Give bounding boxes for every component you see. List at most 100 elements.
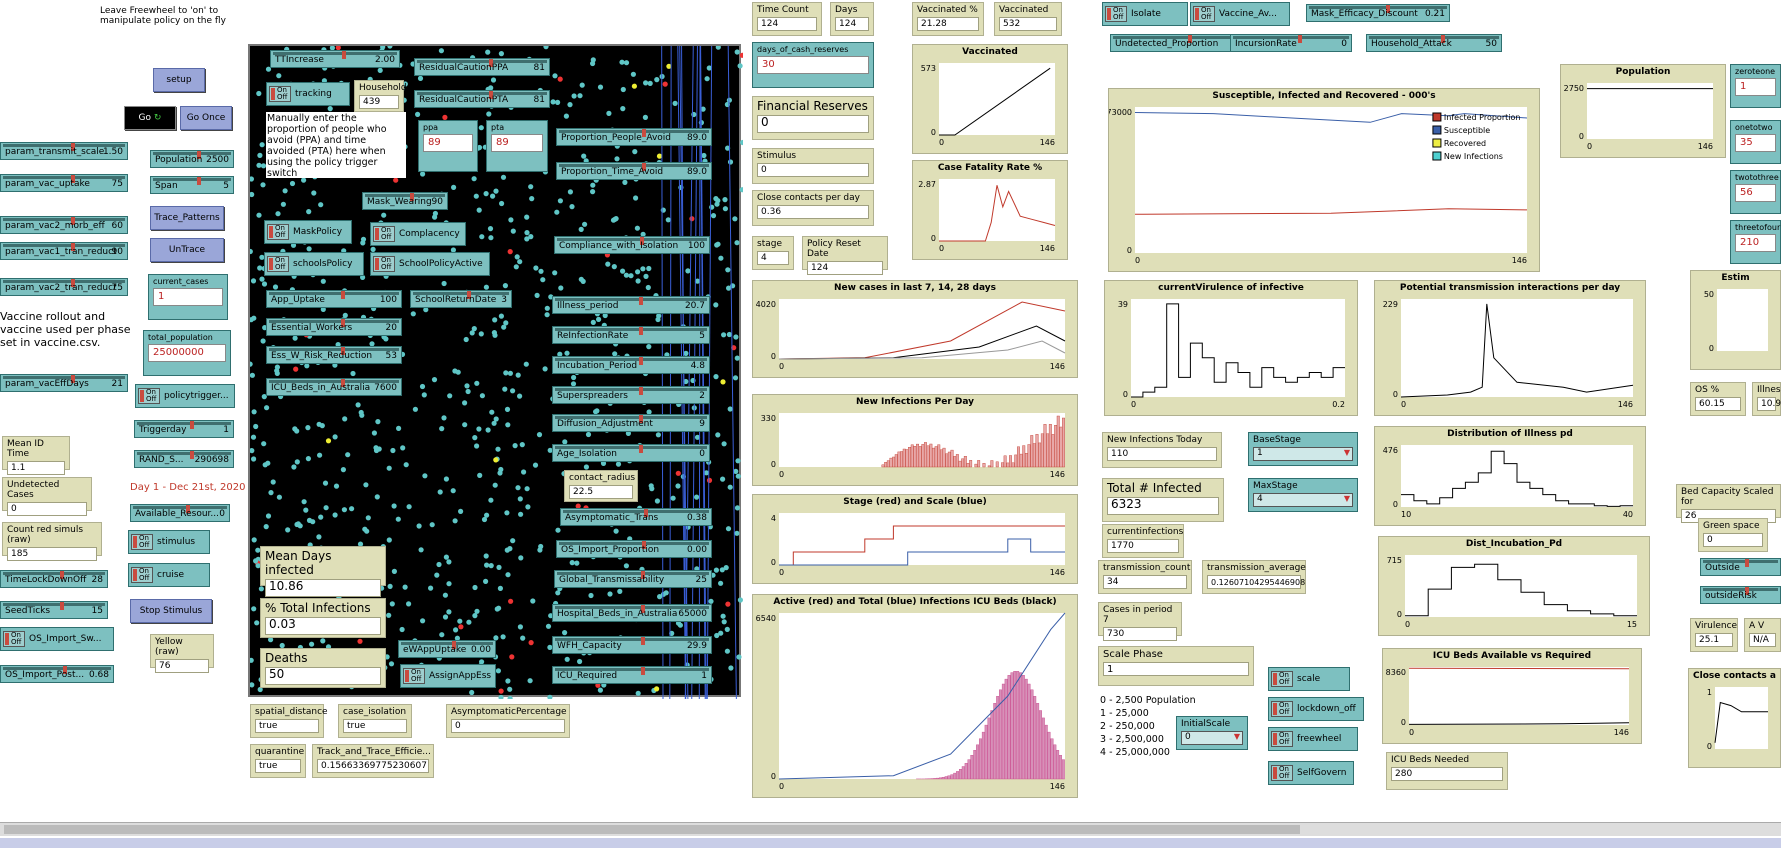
bar — [1035, 434, 1039, 468]
slider-seedticks[interactable]: SeedTicks 15 — [0, 601, 108, 619]
bar — [1059, 754, 1062, 780]
current-cases-input[interactable]: current_cases 1 — [148, 274, 228, 320]
plot-ptin[interactable]: Potential transmission interactions per … — [1374, 280, 1646, 416]
plot-dist_inc[interactable]: Dist_Incubation_Pd 715 0 0 15 — [1378, 536, 1650, 636]
slider-icu_beds_in_australia[interactable]: ICU_Beds_in_Australia 7600 — [266, 378, 402, 396]
agent — [615, 461, 622, 467]
slider-asymptomatic_trans[interactable]: Asymptomatic_Trans 0.38 — [560, 508, 712, 526]
horizontal-scrollbar[interactable] — [0, 822, 1781, 836]
slider-os_import_post...[interactable]: OS_Import_Post... 0.68 — [0, 665, 114, 683]
slider-global_transmissability[interactable]: Global_Transmissability 25 — [554, 570, 712, 588]
stop-stimulus-button[interactable]: Stop Stimulus — [130, 599, 212, 623]
tracking-switch[interactable]: On Off tracking — [266, 82, 350, 106]
isolate-switch[interactable]: On Off Isolate — [1102, 2, 1188, 26]
plot-newcases[interactable]: New cases in last 7, 14, 28 days 4020 0 0 14… — [752, 280, 1078, 378]
slider-diffusion_adjustment[interactable]: Diffusion_Adjustment 9 — [552, 414, 710, 432]
zeroteone-input[interactable]: zeroteone 1 — [1730, 64, 1781, 108]
total-population-input[interactable]: total_population 25000000 — [143, 330, 231, 376]
complacency-switch[interactable]: On Off Complacency — [370, 222, 466, 246]
slider-icu_required[interactable]: ICU_Required 1 — [552, 666, 712, 684]
policytrigger-switch[interactable]: On Off policytrigger... — [135, 384, 235, 408]
assignappess-switch[interactable]: On Off AssignAppEss — [400, 664, 496, 688]
slider-outside[interactable]: Outside — [1700, 558, 1781, 576]
cruise-switch[interactable]: On Off cruise — [128, 563, 210, 587]
scale-switch[interactable]: On Off scale — [1268, 667, 1350, 691]
selfgovern-switch[interactable]: On Off SelfGovern — [1268, 761, 1354, 785]
slider-mask_efficacy_discount[interactable]: Mask_Efficacy_Discount 0.21 — [1306, 4, 1450, 22]
slider-essential_workers[interactable]: Essential_Workers 20 — [266, 318, 402, 336]
slider-rand_s...[interactable]: RAND_S... 290698 — [134, 450, 234, 468]
slider-undetected_proportion[interactable]: Undetected_Proportion0 — [1110, 34, 1250, 52]
setup-button[interactable]: setup — [153, 68, 205, 92]
slider-proportion_people_avoid[interactable]: Proportion_People_Avoid 89.0 — [556, 128, 712, 146]
slider-residualcautionppa[interactable]: ResidualCautionPPA 81 — [414, 58, 550, 76]
slider-os_import_proportion[interactable]: OS_Import_Proportion 0.00 — [556, 540, 712, 558]
plot-vaccinated[interactable]: Vaccinated 573 0 0 146 — [912, 44, 1068, 154]
slider-superspreaders[interactable]: Superspreaders 2 — [552, 386, 710, 404]
plot-newinf[interactable]: New Infections Per Day 330 0 0 146 — [752, 394, 1078, 486]
agent — [734, 505, 741, 511]
slider-wfh_capacity[interactable]: WFH_Capacity 29.9 — [552, 636, 712, 654]
slider-compliance_with_isolation[interactable]: Compliance_with_Isolation 100 — [554, 236, 710, 254]
slider-param_vac_uptake[interactable]: param_vac_uptake 75 — [0, 174, 128, 192]
slider-age_isolation[interactable]: Age_Isolation 0 — [552, 444, 710, 462]
slider-mask_wearing[interactable]: Mask_Wearing 90 — [362, 192, 448, 210]
go-once-button[interactable]: Go Once — [180, 106, 232, 130]
schoolpolicyactive-switch[interactable]: On Off SchoolPolicyActive — [370, 252, 490, 276]
plot-active[interactable]: Active (red) and Total (blue) Infections… — [752, 594, 1078, 798]
slider-param_vac2_morb_eff[interactable]: param_vac2_morb_eff 60 — [0, 216, 128, 234]
threetofour-input[interactable]: threetofour 210 — [1730, 220, 1781, 264]
slider-ess_w_risk_reduction[interactable]: Ess_W_Risk_Reduction 53 — [266, 346, 402, 364]
slider-household_attack[interactable]: Household_Attack 50 — [1366, 34, 1502, 52]
plot-estim[interactable]: Estim 50 0 — [1690, 270, 1781, 370]
slider-reinfectionrate[interactable]: ReInfectionRate 5 — [552, 326, 710, 344]
scrollbar-thumb[interactable] — [4, 825, 1300, 834]
slider-triggerday[interactable]: Triggerday 1 — [134, 420, 234, 438]
ppa-input[interactable]: ppa 89 — [418, 120, 478, 172]
basestage-chooser[interactable]: BaseStage 1 — [1248, 432, 1358, 466]
slider-illness_period[interactable]: Illness_period 20.7 — [552, 296, 710, 314]
slider-param_vaceffdays[interactable]: param_vacEffDays 21 — [0, 374, 128, 392]
untrace-button[interactable]: UnTrace — [150, 238, 224, 262]
go-button[interactable]: Go ↻ — [124, 106, 176, 130]
slider-app_uptake[interactable]: App_Uptake 100 — [266, 290, 402, 308]
vaccine-av-switch[interactable]: On Off Vaccine_Av... — [1190, 2, 1290, 26]
slider-param_vac1_tran_reduct[interactable]: param_vac1_tran_reduct 90 — [0, 242, 128, 260]
maskpolicy-switch[interactable]: On Off MaskPolicy — [264, 220, 352, 244]
days-of-cash-input[interactable]: days_of_cash_reserves 30 — [752, 42, 874, 88]
slider-proportion_time_avoid[interactable]: Proportion_Time_Avoid 89.0 — [556, 162, 712, 180]
slider-outsiderisk[interactable]: outsideRisk — [1700, 586, 1781, 604]
slider-ttincrease[interactable]: TTIncrease 2.00 — [270, 50, 400, 68]
plot-closec[interactable]: Close contacts a10 — [1688, 668, 1781, 768]
freewheel-switch[interactable]: On Off freewheel — [1268, 727, 1358, 751]
slider-span[interactable]: Span 5 — [150, 176, 234, 194]
slider-incursionrate[interactable]: IncursionRate 0 — [1230, 34, 1352, 52]
plot-stage[interactable]: Stage (red) and Scale (blue) 4 0 0 146 — [752, 494, 1078, 584]
onetotwo-input[interactable]: onetotwo 35 — [1730, 120, 1781, 164]
slider-hospital_beds_in_australia[interactable]: Hospital_Beds_in_Australia 65000 — [552, 604, 712, 622]
agent — [249, 191, 255, 198]
slider-available_resour...[interactable]: Available_Resour... 0 — [130, 504, 230, 522]
trace-patterns-button[interactable]: Trace_Patterns — [150, 206, 224, 230]
plot-cfr[interactable]: Case Fatality Rate % 2.87 0 0 146 — [912, 160, 1068, 260]
slider-ewappuptake[interactable]: eWAppUptake 0.00 — [398, 640, 496, 658]
plot-icubeds[interactable]: ICU Beds Available vs Required 8360 0 0 146 — [1382, 648, 1642, 744]
plot-virulence[interactable]: currentVirulence of infective 39 0 0 0.2 — [1104, 280, 1358, 416]
plot-dist_ill[interactable]: Distribution of Illness pd 476 0 10 40 — [1374, 426, 1646, 526]
slider-param_vac2_tran_reduct[interactable]: param_vac2_tran_reduct 75 — [0, 278, 128, 296]
plot-population[interactable]: Population 2750 0 0 146 — [1560, 64, 1726, 158]
twotothree-input[interactable]: twotothree 56 — [1730, 170, 1781, 214]
slider-schoolreturndate[interactable]: SchoolReturnDate 3 — [410, 290, 512, 308]
slider-param_transmit_scale[interactable]: param_transmit_scale 1.50 — [0, 142, 128, 160]
pta-input[interactable]: pta 89 — [486, 120, 548, 172]
lockdown-off-switch[interactable]: On Off lockdown_off — [1268, 697, 1364, 721]
os-import-switch[interactable]: On Off OS_Import_Sw... — [0, 627, 114, 651]
slider-population[interactable]: Population 2500 — [150, 150, 234, 168]
slider-incubation_period[interactable]: Incubation_Period 4.8 — [552, 356, 710, 374]
maxstage-chooser[interactable]: MaxStage 4 — [1248, 478, 1358, 512]
stimulus-switch[interactable]: On Off stimulus — [128, 530, 210, 554]
slider-residualcautionpta[interactable]: ResidualCautionPTA 81 — [414, 90, 550, 108]
plot-sir[interactable]: Susceptible, Infected and Recovered - 00… — [1108, 88, 1540, 272]
slider-timelockdownoff[interactable]: TimeLockDownOff 28 — [0, 570, 108, 588]
schoolspolicy-switch[interactable]: On Off schoolsPolicy — [264, 252, 364, 276]
